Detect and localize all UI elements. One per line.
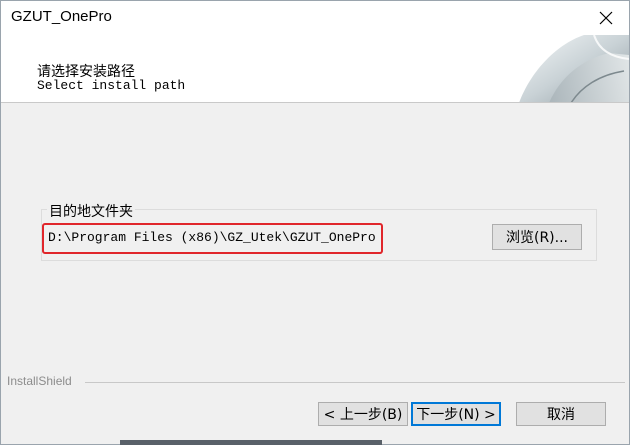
taskbar-edge (120, 440, 382, 445)
window-title: GZUT_OnePro (11, 8, 112, 25)
header-banner: 请选择安装路径 Select install path (1, 35, 629, 103)
header-subtitle: Select install path (37, 78, 186, 93)
banner-artwork (519, 35, 629, 102)
close-button[interactable] (583, 1, 629, 35)
divider (85, 382, 625, 383)
destination-label: 目的地文件夹 (47, 201, 135, 221)
back-button[interactable]: < 上一步(B) (318, 402, 408, 426)
installer-window: GZUT_OnePro 请选择安装路径 Select install path (0, 0, 630, 445)
close-icon (599, 11, 613, 25)
installshield-label: InstallShield (7, 374, 72, 388)
next-button[interactable]: 下一步(N) > (411, 402, 501, 426)
title-bar: GZUT_OnePro (1, 1, 629, 35)
destination-path: D:\Program Files (x86)\GZ_Utek\GZUT_OneP… (48, 230, 376, 245)
cancel-button[interactable]: 取消 (516, 402, 606, 426)
browse-button[interactable]: 浏览(R)... (492, 224, 582, 250)
destination-path-highlight: D:\Program Files (x86)\GZ_Utek\GZUT_OneP… (42, 223, 383, 254)
